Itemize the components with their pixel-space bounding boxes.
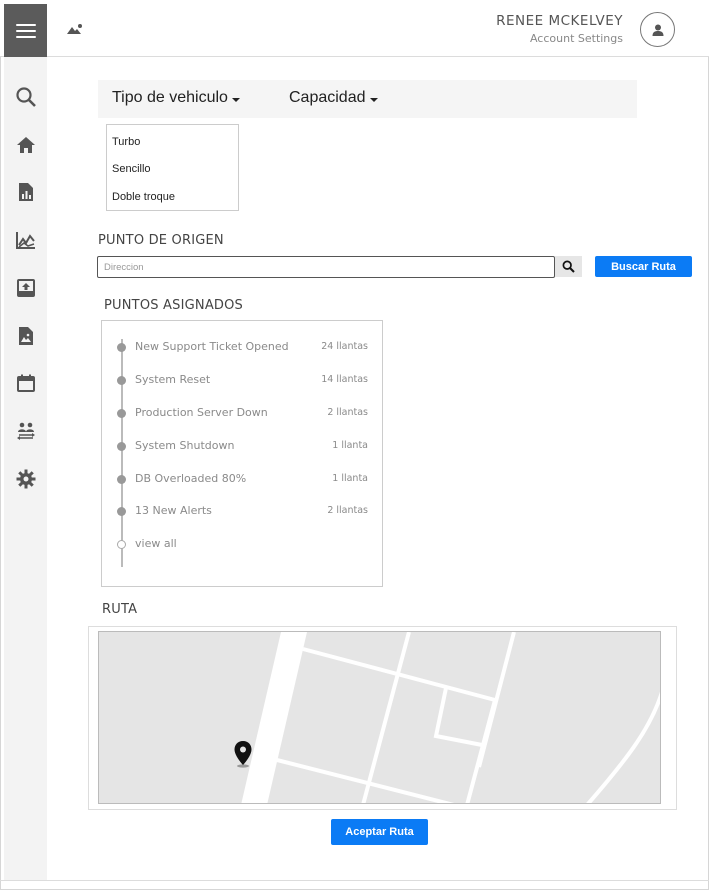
timeline-item-value: 2 llantas [327, 407, 368, 418]
map-roads [241, 632, 660, 803]
timeline-item-label: System Reset [135, 373, 211, 386]
settings-icon[interactable] [15, 468, 37, 490]
assigned-points-title: PUNTOS ASIGNADOS [104, 298, 244, 313]
accept-route-button[interactable]: Aceptar Ruta [331, 819, 428, 845]
route-title: RUTA [102, 602, 138, 617]
people-transfer-icon[interactable] [15, 420, 37, 442]
search-icon[interactable] [15, 86, 37, 108]
filter-bar: Tipo de vehiculo Capacidad [98, 80, 637, 118]
hamburger-line [15, 23, 36, 26]
dropdown-option[interactable]: Turbo [112, 136, 140, 148]
user-info: RENEE MCKELVEY Account Settings [496, 13, 623, 45]
address-input[interactable] [97, 256, 555, 278]
timeline-item-value: 14 llantas [321, 374, 368, 385]
view-all-link[interactable]: view all [102, 537, 382, 553]
timeline-item-value: 1 llanta [332, 440, 368, 451]
timeline-item[interactable]: 13 New Alerts 2 llantas [102, 504, 382, 520]
origin-title: PUNTO DE ORIGEN [98, 233, 224, 248]
mountain-logo-icon [66, 22, 84, 41]
timeline-item-label: System Shutdown [135, 439, 235, 452]
capacity-label: Capacidad [289, 89, 366, 106]
home-icon[interactable] [15, 134, 37, 156]
timeline-item-label: 13 New Alerts [135, 504, 212, 517]
caret-down-icon [231, 98, 240, 102]
map-pin-icon[interactable] [233, 740, 253, 773]
timeline-item-label: New Support Ticket Opened [135, 340, 289, 353]
search-icon [562, 260, 575, 273]
avatar[interactable] [640, 12, 675, 47]
hamburger-line [15, 35, 36, 38]
user-name: RENEE MCKELVEY [496, 13, 623, 29]
view-all-label: view all [135, 537, 177, 550]
route-map[interactable] [98, 631, 661, 804]
dropdown-option[interactable]: Sencillo [112, 163, 151, 175]
assigned-points-timeline: New Support Ticket Opened 24 llantas Sys… [101, 320, 383, 587]
timeline-item-value: 1 llanta [332, 473, 368, 484]
sidebar [4, 57, 47, 880]
timeline-item-label: DB Overloaded 80% [135, 472, 247, 485]
timeline-dot [117, 409, 126, 418]
timeline-item[interactable]: New Support Ticket Opened 24 llantas [102, 340, 382, 356]
report-icon[interactable] [15, 181, 37, 203]
search-button[interactable] [555, 256, 582, 277]
caret-down-icon [369, 98, 378, 102]
timeline-item[interactable]: Production Server Down 2 llantas [102, 406, 382, 422]
vehicle-type-dropdown[interactable]: Tipo de vehiculo [112, 89, 240, 107]
footer-divider [0, 880, 709, 881]
timeline-item[interactable]: System Shutdown 1 llanta [102, 439, 382, 455]
account-settings-link[interactable]: Account Settings [496, 32, 623, 45]
timeline-dot [117, 507, 126, 516]
capacity-dropdown[interactable]: Capacidad [289, 89, 378, 107]
image-icon[interactable] [15, 325, 37, 347]
timeline-item[interactable]: DB Overloaded 80% 1 llanta [102, 472, 382, 488]
user-icon [652, 24, 663, 36]
dropdown-option[interactable]: Doble troque [112, 191, 175, 203]
timeline-item-label: Production Server Down [135, 406, 268, 419]
vehicle-type-options: Turbo Sencillo Doble troque [106, 124, 239, 211]
find-route-button[interactable]: Buscar Ruta [595, 256, 692, 277]
calendar-icon[interactable] [15, 372, 37, 394]
top-header: RENEE MCKELVEY Account Settings [0, 0, 709, 57]
timeline-dot [117, 343, 126, 352]
timeline-item[interactable]: System Reset 14 llantas [102, 373, 382, 389]
timeline-dot [117, 376, 126, 385]
chart-icon[interactable] [15, 229, 37, 251]
vehicle-type-label: Tipo de vehiculo [112, 89, 228, 106]
timeline-dot [117, 442, 126, 451]
hamburger-menu-button[interactable] [4, 4, 47, 57]
timeline-dot [117, 475, 126, 484]
upload-icon[interactable] [15, 277, 37, 299]
timeline-item-value: 2 llantas [327, 505, 368, 516]
timeline-item-value: 24 llantas [321, 341, 368, 352]
timeline-dot [117, 540, 126, 549]
hamburger-line [15, 29, 36, 32]
